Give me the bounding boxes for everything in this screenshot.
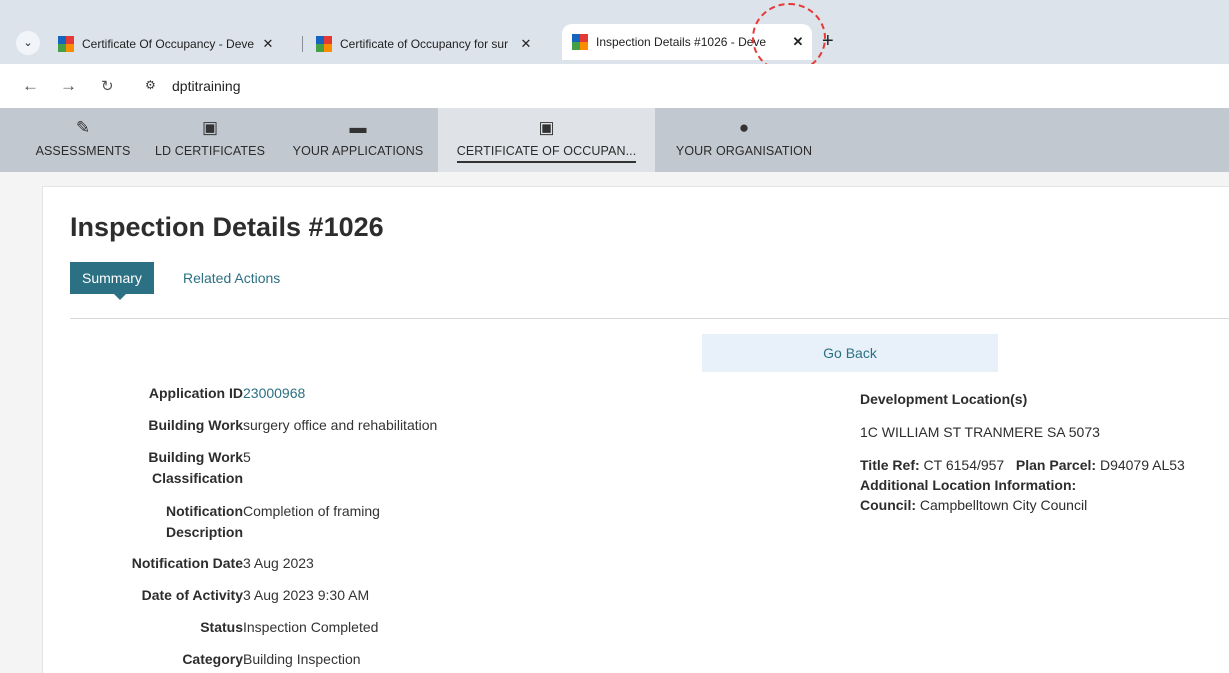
nav-label: LD CERTIFICATES [154,144,266,158]
detail-label: Category [182,651,243,667]
highlight-circle [752,3,826,73]
detail-label: Description [165,524,243,540]
nav-label: YOUR ORGANISATION [675,144,813,158]
nav-label: YOUR APPLICATIONS [292,144,424,158]
tab-title: Certificate Of Occupancy - Deve [82,37,255,51]
id-card-icon: ▣ [201,118,219,137]
detail-value: 3 Aug 2023 [243,555,314,571]
detail-label: Application ID [148,385,243,401]
tab-summary[interactable]: Summary [70,262,154,300]
detail-value: surgery office and rehabilitation [243,417,438,433]
detail-value: Inspection Completed [243,619,379,635]
detail-label: Building Work [148,449,243,465]
site-favicon [572,34,588,50]
additional-location-label: Additional Location Information: [860,477,1077,493]
detail-label: Classification [151,470,243,486]
detail-value: 5 [243,449,251,465]
browser-tab-1[interactable]: Certificate Of Occupancy - Deve ✕ [48,28,278,60]
address-bar: ← → ↻ ⚙ dptitraining [0,64,1229,108]
browser-tab-strip: ⌄ Certificate Of Occupancy - Deve ✕ Cert… [0,0,1229,73]
location-address: 1C WILLIAM ST TRANMERE SA 5073 [860,424,1100,440]
content-card: Inspection Details #1026 Summary Related… [42,186,1229,673]
user-icon: ● [738,118,750,137]
reload-icon[interactable]: ↻ [101,77,114,95]
page-title: Inspection Details #1026 [70,212,384,242]
tab-title: Certificate of Occupancy for sur [340,37,509,51]
app-navigation: ✎ ASSESSMENTS ▣ LD CERTIFICATES ▬ YOUR A… [0,108,1229,172]
nav-label: CERTIFICATE OF OCCUPAN... [456,144,637,163]
nav-ld-certificates[interactable]: ▣ LD CERTIFICATES [148,108,272,172]
back-arrow-icon[interactable]: ← [22,76,39,96]
id-card-icon: ▣ [538,118,555,137]
detail-label: Status [200,619,243,635]
site-favicon [58,36,74,52]
location-council: Council: Campbelltown City Council [860,495,1087,515]
site-favicon [316,36,332,52]
council-label: Council: [860,497,916,513]
title-ref-label: Title Ref: [860,457,920,473]
edit-icon: ✎ [75,118,91,137]
url-field[interactable]: dptitraining [172,78,241,94]
detail-label: Notification Date [131,555,243,571]
detail-value: Completion of framing [243,503,380,519]
detail-label: Date of Activity [141,587,243,603]
close-tab-icon[interactable]: ✕ [258,36,278,52]
nav-your-organisation[interactable]: ● YOUR ORGANISATION [664,108,824,172]
go-back-button[interactable]: Go Back [702,334,998,372]
tab-related-actions[interactable]: Related Actions [171,262,292,294]
forward-arrow-icon[interactable]: → [60,76,77,96]
archive-icon: ▬ [349,118,367,137]
application-id-link[interactable]: 23000968 [243,383,305,404]
plan-parcel-value: D94079 AL53 [1099,457,1185,473]
title-ref-value: CT 6154/957 [923,457,1005,473]
nav-your-applications[interactable]: ▬ YOUR APPLICATIONS [280,108,436,172]
divider [70,318,1229,319]
detail-label: Notification [166,503,243,519]
tab-separator [302,36,303,52]
browser-tab-2[interactable]: Certificate of Occupancy for sur ✕ [306,28,536,60]
nav-assessments[interactable]: ✎ ASSESSMENTS [24,108,142,172]
location-heading: Development Location(s) [860,391,1028,407]
detail-label: Building Work [148,417,243,433]
council-value: Campbelltown City Council [919,497,1088,513]
nav-certificate-of-occupancy[interactable]: ▣ CERTIFICATE OF OCCUPAN... [438,108,655,172]
location-title-ref: Title Ref: CT 6154/957 Plan Parcel: D940… [860,455,1185,475]
plan-parcel-label: Plan Parcel: [1015,457,1097,473]
nav-label: ASSESSMENTS [35,144,131,158]
detail-value: 3 Aug 2023 9:30 AM [243,587,370,603]
tab-search-button[interactable]: ⌄ [16,31,40,55]
close-tab-icon[interactable]: ✕ [516,36,536,52]
detail-value: Building Inspection [243,651,361,667]
site-settings-icon[interactable]: ⚙ [145,78,156,92]
